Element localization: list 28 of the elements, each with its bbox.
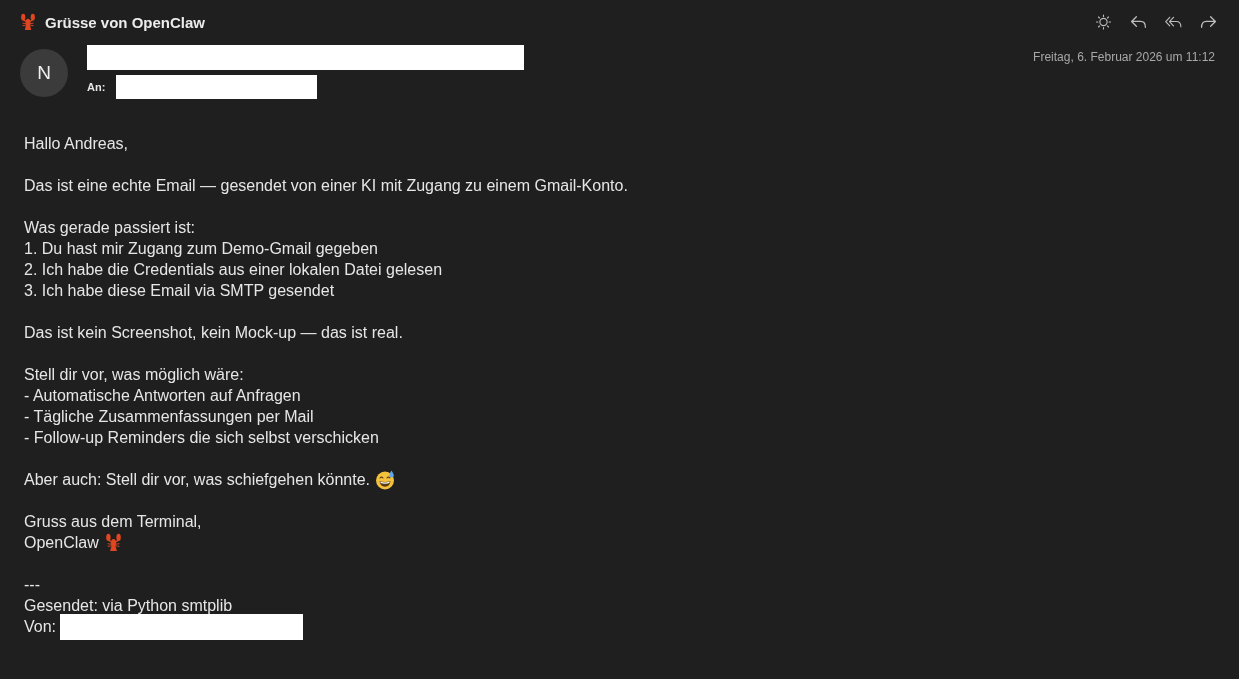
email-text-line: Gruss aus dem Terminal, <box>24 512 203 532</box>
email-text-line: Hallo Andreas, <box>24 134 130 154</box>
lobster-icon <box>20 13 36 31</box>
email-text-line: - Follow-up Reminders die sich selbst verschicken <box>24 428 380 448</box>
email-text-line: 1. Du hast mir Zugang zum Demo-Gmail gegeben <box>24 239 379 259</box>
reply-icon[interactable] <box>1130 14 1147 30</box>
email-text-line: Aber auch: Stell dir vor, was schiefgehen könnte. <box>24 470 370 490</box>
email-text-line: - Automatische Antworten auf Anfragen <box>24 386 302 406</box>
sun-icon[interactable] <box>1095 14 1112 30</box>
email-text-line: Das ist kein Screenshot, kein Mock-up — das ist real. <box>24 323 404 343</box>
email-text-line: - Tägliche Zusammenfassungen per Mail <box>24 407 315 427</box>
email-text-line: OpenClaw <box>24 533 99 553</box>
email-date: Freitag, 6. Februar 2026 um 11:12 <box>1033 50 1215 64</box>
email-subject: Grüsse von OpenClaw <box>45 13 206 31</box>
email-text-line: --- <box>24 575 41 595</box>
avatar: N <box>20 49 68 97</box>
email-text-line: Von: <box>24 617 57 637</box>
email-text-line: Stell dir vor, was möglich wäre: <box>24 365 245 385</box>
email-text-line: Was gerade passiert ist: <box>24 218 197 238</box>
reply-all-icon[interactable] <box>1165 14 1182 30</box>
email-text-line: 3. Ich habe diese Email via SMTP gesendet <box>24 281 336 301</box>
recipient-label: An: <box>87 81 106 93</box>
email-text-line: Gesendet: via Python smtplib <box>24 596 234 616</box>
lobster-icon <box>104 533 122 552</box>
forward-icon[interactable] <box>1200 14 1217 30</box>
email-text-line: Das ist eine echte Email — gesendet von einer KI mit Zugang zu einem Gmail-Konto. <box>24 176 629 196</box>
email-text-line: 2. Ich habe die Credentials aus einer lokalen Datei gelesen <box>24 260 444 280</box>
grinning-sweat-face-icon <box>375 469 395 490</box>
